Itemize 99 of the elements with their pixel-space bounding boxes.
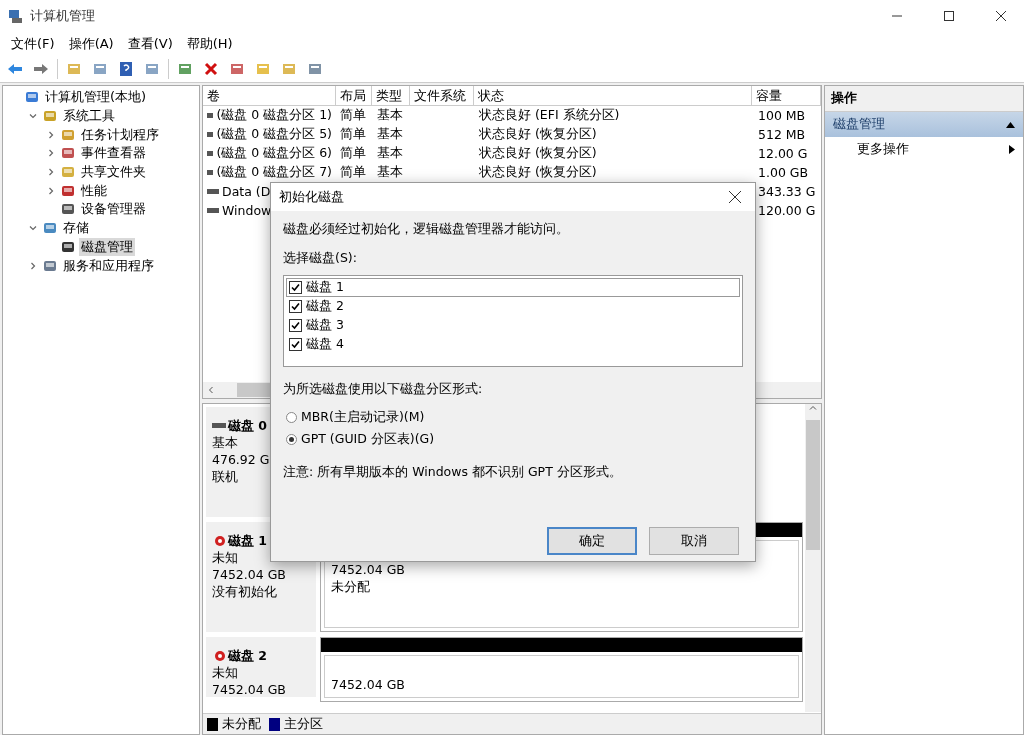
disk-list-item[interactable]: 磁盘 3 bbox=[286, 316, 740, 335]
disk-info: 7452.04 GB bbox=[212, 682, 286, 697]
tree-item[interactable]: 事件查看器 bbox=[79, 144, 148, 163]
checkbox[interactable] bbox=[289, 281, 302, 294]
tree-item[interactable]: 任务计划程序 bbox=[79, 125, 161, 144]
checkbox[interactable] bbox=[289, 319, 302, 332]
disk-list[interactable]: 磁盘 1 磁盘 2 磁盘 3 磁盘 4 bbox=[283, 275, 743, 367]
table-cell: 状态良好 (EFI 系统分区) bbox=[479, 107, 620, 124]
scrollbar-thumb[interactable] bbox=[806, 420, 820, 550]
vertical-scrollbar[interactable] bbox=[805, 404, 821, 712]
collapse-icon bbox=[1006, 121, 1015, 128]
column-header[interactable]: 文件系统 bbox=[410, 86, 475, 106]
table-cell: 512 MB bbox=[758, 127, 806, 142]
dialog-button[interactable]: 取消 bbox=[649, 527, 739, 555]
maximize-icon bbox=[944, 11, 954, 21]
app-icon bbox=[8, 8, 24, 24]
dialog-button[interactable]: 确定 bbox=[547, 527, 637, 555]
action-item[interactable]: 更多操作 bbox=[825, 137, 1023, 162]
table-cell: (磁盘 0 磁盘分区 6) bbox=[216, 145, 332, 162]
actions-header: 操作 bbox=[825, 86, 1023, 112]
legend-label: 主分区 bbox=[284, 715, 323, 733]
partition-status: 未分配 bbox=[331, 579, 370, 594]
disk-list-item[interactable]: 磁盘 2 bbox=[286, 297, 740, 316]
table-cell: (磁盘 0 磁盘分区 5) bbox=[216, 126, 332, 143]
disk-info: 未知 bbox=[212, 665, 238, 680]
disk-info: 联机 bbox=[212, 469, 238, 484]
tree-item[interactable]: 共享文件夹 bbox=[79, 163, 148, 182]
table-cell: (磁盘 0 磁盘分区 7) bbox=[216, 164, 332, 181]
menu-item[interactable]: 帮助(H) bbox=[179, 35, 240, 53]
disk-name: 磁盘 2 bbox=[228, 647, 268, 664]
table-cell: 状态良好 (恢复分区) bbox=[479, 126, 597, 143]
radio-option[interactable]: MBR(主启动记录)(M) bbox=[283, 406, 743, 428]
partition-block[interactable]: 7452.04 GB bbox=[320, 637, 803, 702]
disk-info: 7452.04 GB bbox=[212, 567, 286, 582]
disk-info: 没有初始化 bbox=[212, 584, 277, 599]
column-header[interactable]: 布局 bbox=[335, 86, 373, 106]
menu-item[interactable]: 操作(A) bbox=[61, 35, 121, 53]
table-cell: 简单 bbox=[340, 126, 366, 143]
table-cell: Data (D bbox=[222, 184, 271, 199]
list-label: 选择磁盘(S): bbox=[283, 250, 357, 265]
menu-item[interactable]: 查看(V) bbox=[120, 35, 180, 53]
table-cell: 12.00 G bbox=[758, 146, 808, 161]
table-cell: 状态良好 (恢复分区) bbox=[479, 164, 597, 181]
legend-label: 未分配 bbox=[222, 715, 261, 733]
table-cell: 基本 bbox=[377, 164, 403, 181]
checkbox[interactable] bbox=[289, 300, 302, 313]
column-header[interactable]: 卷 bbox=[203, 86, 336, 106]
dialog-message: 磁盘必须经过初始化，逻辑磁盘管理器才能访问。 bbox=[283, 221, 569, 236]
error-disk-icon bbox=[212, 534, 226, 547]
table-cell: Window bbox=[222, 203, 272, 218]
table-cell: 简单 bbox=[340, 145, 366, 162]
tree-item[interactable]: 系统工具 bbox=[61, 107, 117, 126]
partition-size: 7452.04 GB bbox=[331, 677, 405, 692]
disk-info: 476.92 G bbox=[212, 452, 270, 467]
checkbox[interactable] bbox=[289, 338, 302, 351]
column-header[interactable]: 状态 bbox=[474, 86, 753, 106]
tree-item[interactable]: 存储 bbox=[61, 219, 91, 238]
tree-item[interactable]: 设备管理器 bbox=[79, 200, 148, 219]
dialog-title: 初始化磁盘 bbox=[279, 188, 345, 206]
tree-item[interactable]: 服务和应用程序 bbox=[61, 256, 156, 275]
table-cell: 120.00 G bbox=[758, 203, 816, 218]
table-cell: 基本 bbox=[377, 107, 403, 124]
disk-list-item[interactable]: 磁盘 1 bbox=[286, 278, 740, 297]
submenu-arrow-icon bbox=[1009, 145, 1015, 154]
column-header[interactable]: 类型 bbox=[372, 86, 411, 106]
partition-size: 7452.04 GB bbox=[331, 562, 405, 577]
volume-icon bbox=[207, 169, 214, 176]
column-header[interactable]: 容量 bbox=[752, 86, 821, 106]
table-cell: 基本 bbox=[377, 126, 403, 143]
table-cell: 343.33 G bbox=[758, 184, 816, 199]
volume-icon bbox=[207, 131, 214, 138]
table-cell: 简单 bbox=[340, 107, 366, 124]
disk-info: 未知 bbox=[212, 550, 238, 565]
tree-item[interactable]: 性能 bbox=[79, 181, 109, 200]
disk-info: 基本 bbox=[212, 435, 238, 450]
menu-item[interactable]: 文件(F) bbox=[4, 35, 62, 53]
table-cell: 简单 bbox=[340, 164, 366, 181]
tree-item[interactable]: 磁盘管理 bbox=[79, 237, 135, 256]
disk-name: 磁盘 0 bbox=[228, 417, 268, 434]
volume-icon bbox=[207, 112, 214, 119]
partition-style-label: 为所选磁盘使用以下磁盘分区形式: bbox=[283, 381, 483, 396]
close-icon bbox=[729, 191, 741, 203]
window-title: 计算机管理 bbox=[30, 7, 96, 25]
table-cell: 状态良好 (恢复分区) bbox=[479, 145, 597, 162]
radio-option[interactable]: GPT (GUID 分区表)(G) bbox=[283, 428, 743, 450]
volume-icon bbox=[207, 188, 219, 195]
volume-icon bbox=[207, 150, 214, 157]
table-cell: 基本 bbox=[377, 145, 403, 162]
tree-item[interactable]: 计算机管理(本地) bbox=[43, 88, 149, 107]
volume-icon bbox=[207, 207, 219, 214]
disk-list-item[interactable]: 磁盘 4 bbox=[286, 335, 740, 354]
actions-section[interactable]: 磁盘管理 bbox=[825, 112, 1023, 137]
disk-name: 磁盘 1 bbox=[228, 532, 268, 549]
close-icon bbox=[996, 11, 1006, 21]
note-text: 注意: 所有早期版本的 Windows 都不识别 GPT 分区形式。 bbox=[283, 464, 622, 479]
error-disk-icon bbox=[212, 649, 226, 662]
table-cell: 100 MB bbox=[758, 108, 806, 123]
table-cell: 1.00 GB bbox=[758, 165, 809, 180]
table-cell: (磁盘 0 磁盘分区 1) bbox=[216, 107, 332, 124]
